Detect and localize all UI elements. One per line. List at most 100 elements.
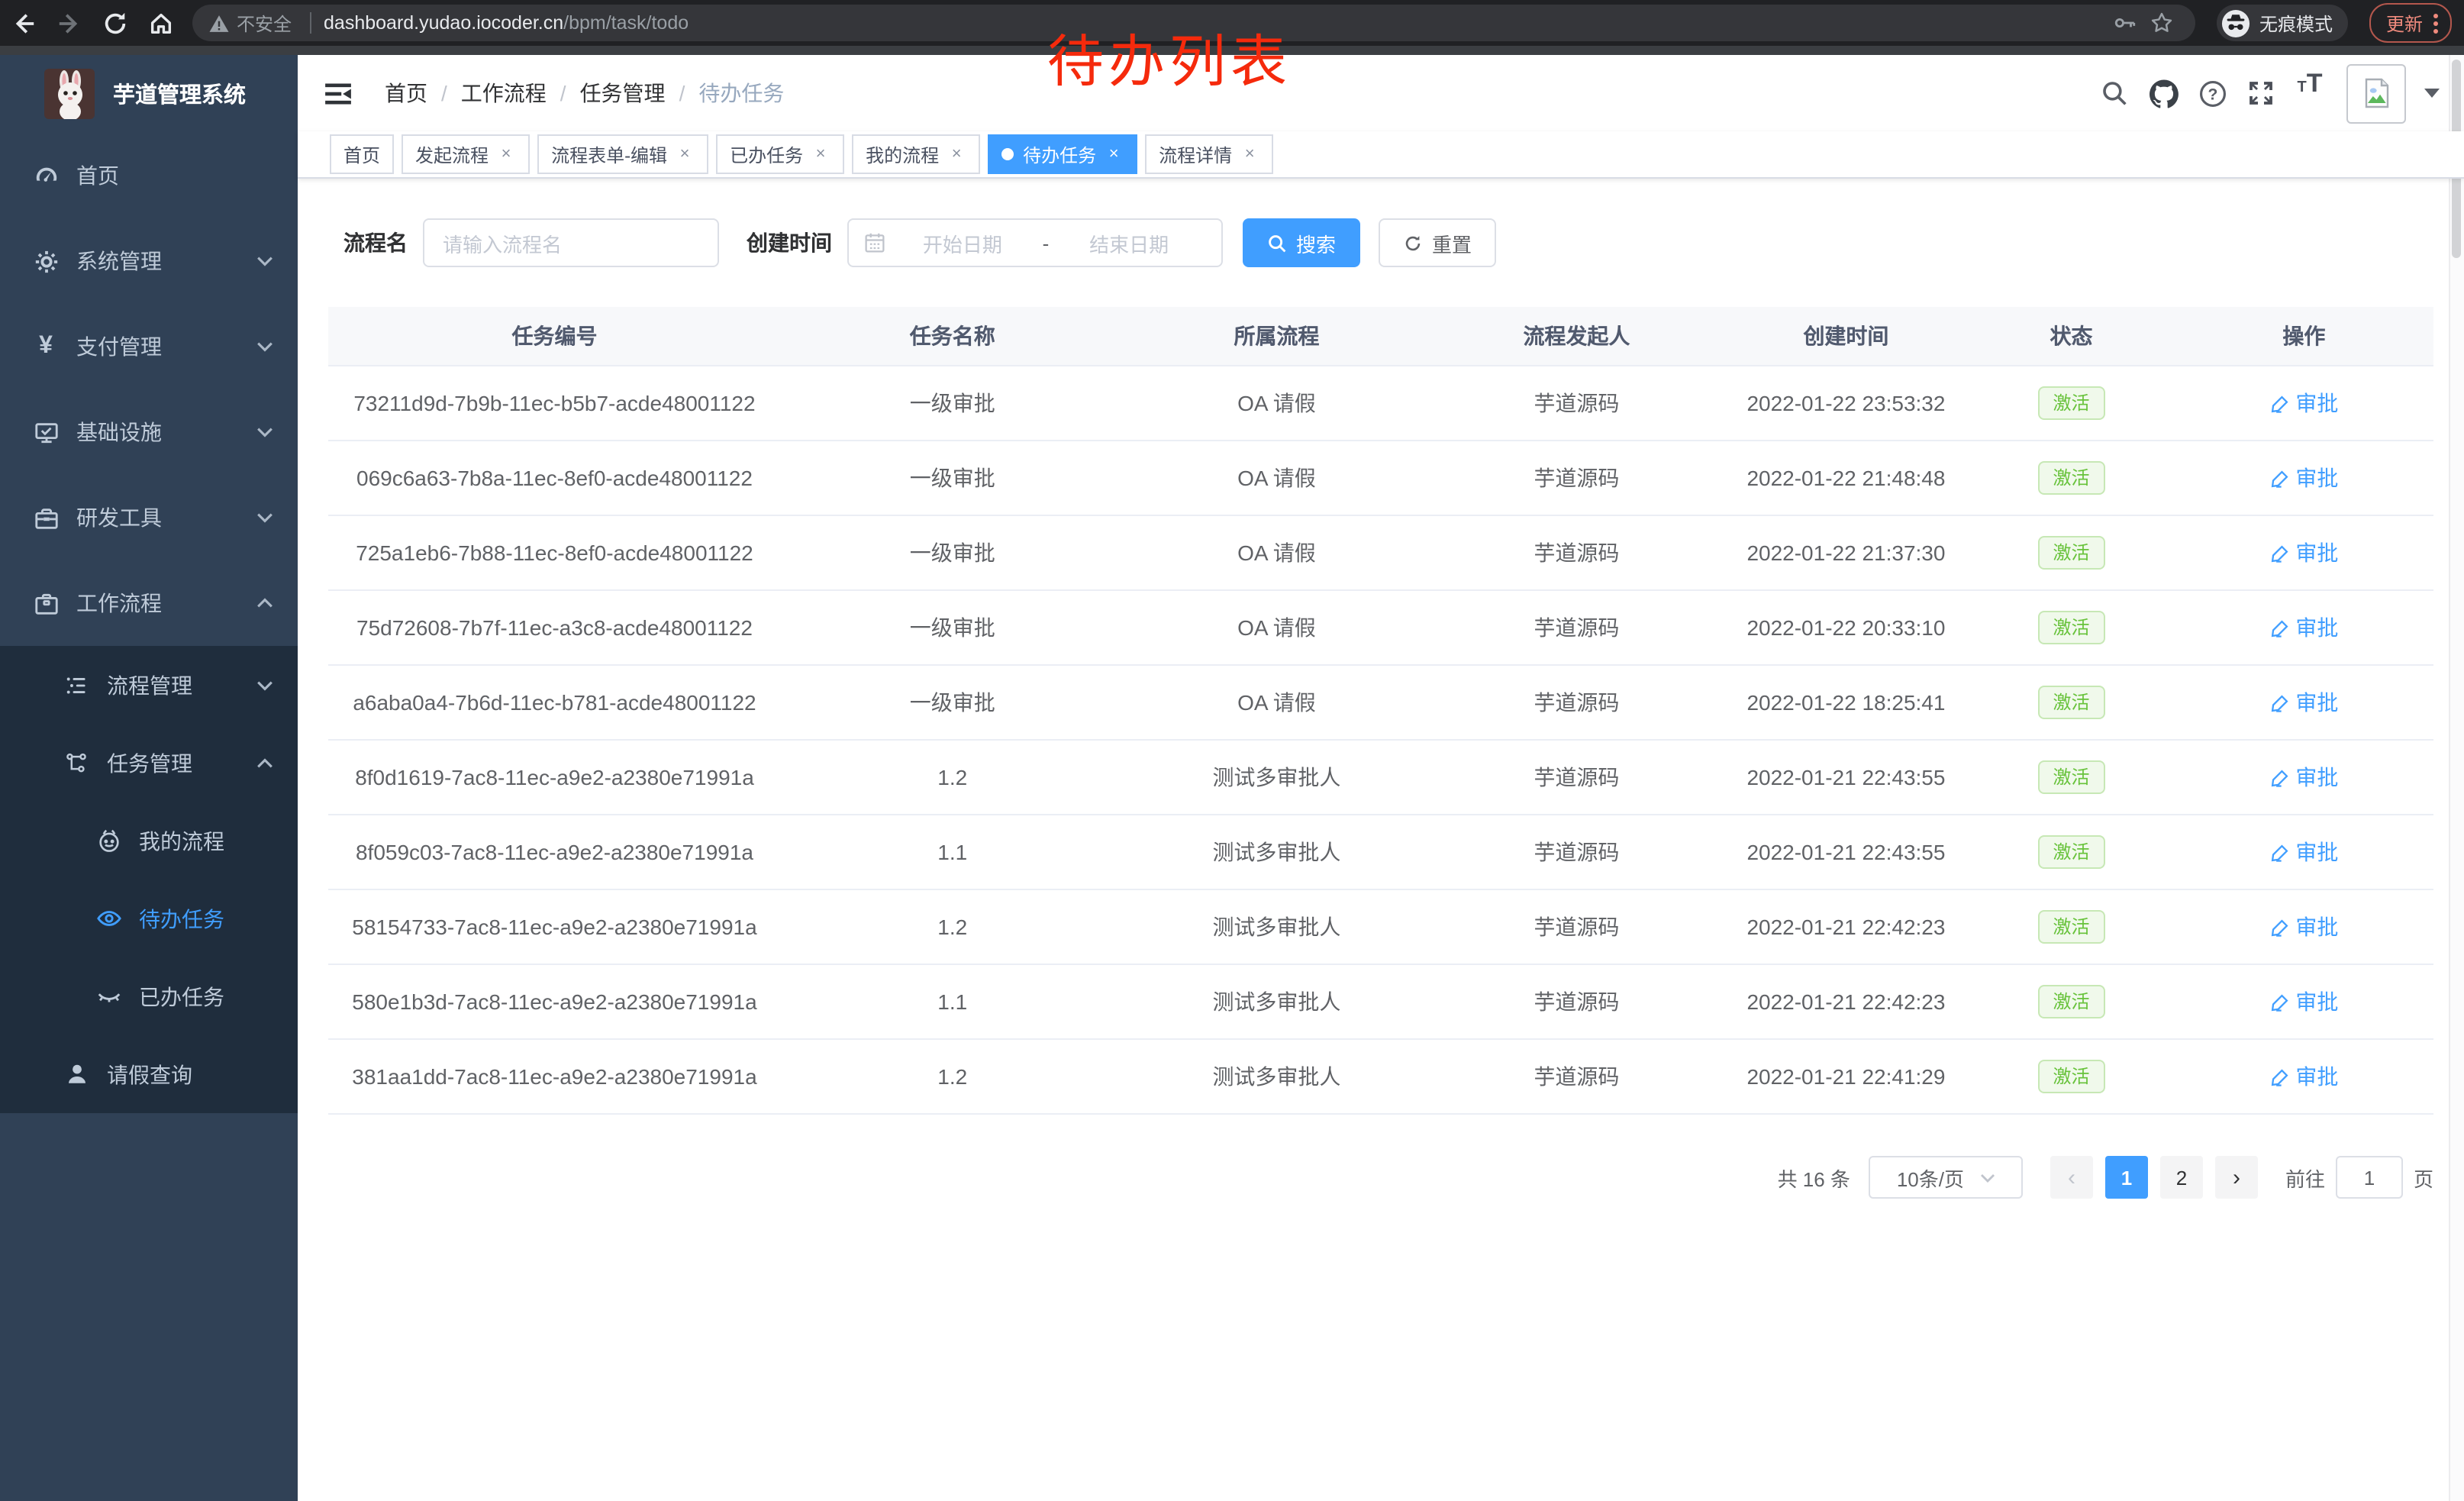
dropdown-caret-icon[interactable] (2424, 89, 2440, 98)
cell-process: 测试多审批人 (1124, 964, 1430, 1039)
sidebar-menu: 首页 系统管理 ¥ 支付管理 (0, 133, 298, 1501)
approve-link[interactable]: 审批 (2269, 912, 2338, 942)
logo-image (44, 69, 95, 119)
start-date-placeholder: 开始日期 (885, 228, 1040, 257)
avatar[interactable] (2346, 63, 2406, 123)
breadcrumb-separator: / (679, 81, 685, 105)
tab-form-edit[interactable]: 流程表单-编辑× (537, 134, 708, 174)
browser-menu-icon[interactable] (2433, 13, 2438, 33)
tab-my-process[interactable]: 我的流程 × (852, 134, 980, 174)
table-row: 381aa1dd-7ac8-11ec-a9e2-a2380e71991a 1.2… (328, 1039, 2433, 1114)
close-icon[interactable]: × (1240, 144, 1259, 164)
sidebar-item-my-process[interactable]: 我的流程 (0, 802, 298, 880)
approve-link[interactable]: 审批 (2269, 837, 2338, 867)
close-icon[interactable]: × (675, 144, 695, 164)
tab-todo-tasks[interactable]: 待办任务 × (988, 134, 1137, 174)
update-label[interactable]: 更新 (2386, 10, 2423, 36)
fullscreen-icon[interactable] (2237, 69, 2285, 118)
edit-pencil-icon (2269, 468, 2289, 488)
breadcrumb-item[interactable]: 首页 (385, 78, 427, 108)
page-button-1[interactable]: 1 (2105, 1156, 2148, 1199)
breadcrumb-item[interactable]: 工作流程 (461, 78, 547, 108)
table-row: 58154733-7ac8-11ec-a9e2-a2380e71991a 1.2… (328, 889, 2433, 964)
cell-starter: 芋道源码 (1429, 1039, 1724, 1114)
help-icon[interactable]: ? (2188, 69, 2237, 118)
sidebar-collapse-icon[interactable] (321, 76, 354, 110)
sidebar-item-task-management[interactable]: 任务管理 (0, 724, 298, 802)
sidebar-item-todo-tasks[interactable]: 待办任务 (0, 880, 298, 957)
sidebar-item-dev-tools[interactable]: 研发工具 (0, 475, 298, 560)
security-label[interactable]: 不安全 (237, 10, 292, 36)
close-icon[interactable]: × (496, 144, 516, 164)
sidebar-item-system[interactable]: 系统管理 (0, 218, 298, 304)
approve-link[interactable]: 审批 (2269, 388, 2338, 418)
sidebar-item-infrastructure[interactable]: 基础设施 (0, 389, 298, 475)
goto-page-input[interactable]: 1 (2336, 1156, 2403, 1199)
close-icon[interactable]: × (811, 144, 830, 164)
page-annotation: 待办列表 (1047, 15, 1292, 98)
process-name-input[interactable]: 请输入流程名 (423, 218, 719, 267)
status-badge: 激活 (2038, 461, 2105, 495)
cell-task-name: 1.2 (781, 740, 1124, 815)
approve-link[interactable]: 审批 (2269, 463, 2338, 493)
tab-label: 待办任务 (1023, 141, 1096, 167)
next-page-button[interactable]: › (2215, 1156, 2258, 1199)
sidebar-item-label: 基础设施 (76, 417, 162, 447)
tab-process-detail[interactable]: 流程详情× (1145, 134, 1273, 174)
browser-back-button[interactable] (0, 0, 46, 46)
approve-link[interactable]: 审批 (2269, 612, 2338, 643)
breadcrumb-item[interactable]: 任务管理 (580, 78, 666, 108)
tab-start-process[interactable]: 发起流程× (402, 134, 530, 174)
sidebar-item-leave-query[interactable]: 请假查询 (0, 1035, 298, 1113)
cell-starter: 芋道源码 (1429, 665, 1724, 740)
cell-process: OA 请假 (1124, 665, 1430, 740)
github-icon[interactable] (2139, 69, 2188, 118)
approve-link[interactable]: 审批 (2269, 762, 2338, 792)
status-badge: 激活 (2038, 1060, 2105, 1093)
incognito-label: 无痕模式 (2259, 10, 2333, 36)
tab-label: 我的流程 (866, 141, 939, 167)
password-key-icon[interactable] (2107, 5, 2143, 41)
sidebar-item-home[interactable]: 首页 (0, 133, 298, 218)
search-icon (1267, 233, 1287, 253)
cell-task-id: 8f0d1619-7ac8-11ec-a9e2-a2380e71991a (328, 740, 781, 815)
sidebar-item-workflow[interactable]: 工作流程 (0, 560, 298, 646)
page-button-2[interactable]: 2 (2160, 1156, 2203, 1199)
browser-forward-button[interactable] (46, 0, 92, 46)
browser-reload-button[interactable] (92, 0, 137, 46)
url-path: /bpm/task/todo (563, 12, 689, 34)
approve-link[interactable]: 审批 (2269, 537, 2338, 568)
font-size-icon[interactable]: TT (2285, 69, 2334, 118)
approve-link[interactable]: 审批 (2269, 687, 2338, 718)
page-scrollbar[interactable] (2449, 55, 2464, 1501)
date-range-picker[interactable]: 开始日期 - 结束日期 (847, 218, 1223, 267)
prev-page-button[interactable]: ‹ (2050, 1156, 2093, 1199)
page-size-select[interactable]: 10条/页 (1869, 1156, 2023, 1199)
sidebar-item-done-tasks[interactable]: 已办任务 (0, 957, 298, 1035)
close-icon[interactable]: × (947, 144, 966, 164)
browser-home-button[interactable] (137, 0, 183, 46)
cell-task-name: 1.1 (781, 964, 1124, 1039)
cell-process: 测试多审批人 (1124, 889, 1430, 964)
approve-link[interactable]: 审批 (2269, 1061, 2338, 1092)
incognito-icon (2221, 8, 2250, 37)
tab-label: 已办任务 (730, 141, 803, 167)
broken-image-icon (2359, 76, 2393, 110)
approve-link[interactable]: 审批 (2269, 986, 2338, 1017)
sidebar-item-label: 工作流程 (76, 588, 162, 618)
page-content: 流程名 请输入流程名 创建时间 开始日期 - 结束日期 搜索 (298, 179, 2464, 1501)
tab-done-tasks[interactable]: 已办任务 × (716, 134, 844, 174)
app-logo[interactable]: 芋道管理系统 (0, 55, 298, 133)
search-button[interactable]: 搜索 (1243, 218, 1360, 267)
status-badge: 激活 (2038, 611, 2105, 644)
tab-home[interactable]: 首页 (330, 134, 394, 174)
browser-update-button[interactable]: 更新 (2369, 3, 2452, 43)
search-icon[interactable] (2090, 69, 2139, 118)
close-icon[interactable]: × (1104, 144, 1124, 164)
reset-button[interactable]: 重置 (1379, 218, 1496, 267)
sidebar-item-process-management[interactable]: 流程管理 (0, 646, 298, 724)
sidebar-item-payment[interactable]: ¥ 支付管理 (0, 304, 298, 389)
top-navbar: 首页 / 工作流程 / 任务管理 / 待办任务 ? (298, 55, 2464, 131)
cell-process: 测试多审批人 (1124, 740, 1430, 815)
bookmark-star-icon[interactable] (2143, 5, 2180, 41)
